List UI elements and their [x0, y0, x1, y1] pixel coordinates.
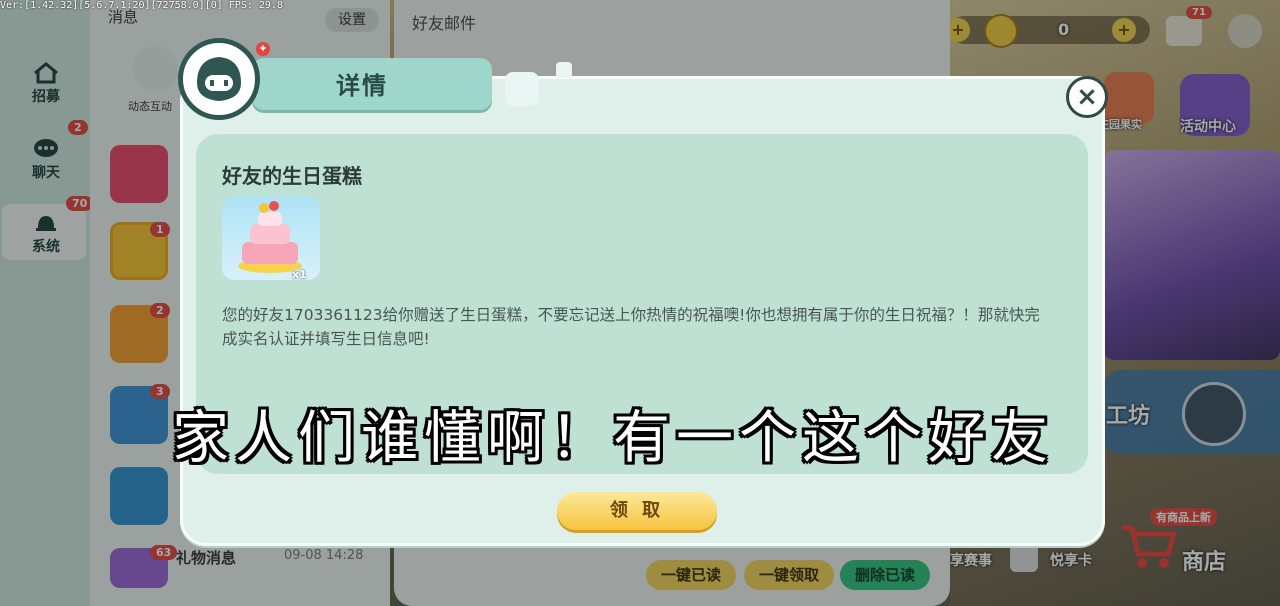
- avatar-face-icon: [197, 57, 241, 101]
- claim-button[interactable]: 领 取: [557, 492, 717, 530]
- close-button[interactable]: ×: [1066, 76, 1108, 118]
- tab-decoration-small: [556, 62, 572, 78]
- detail-tab-title: 详情: [336, 72, 388, 100]
- avatar: [178, 38, 260, 120]
- version-info: Ver:[1.42.32][5.6.7.1:20][72758.0][0] FP…: [0, 0, 283, 11]
- item-quantity: x1: [292, 268, 307, 281]
- sparkle-icon: ✦: [256, 42, 270, 56]
- gift-description: 您的好友1703361123给你赠送了生日蛋糕，不要忘记送上你热情的祝福噢!你也…: [222, 306, 1040, 348]
- tab-decoration: [505, 72, 539, 106]
- video-caption: 家人们谁懂啊！有一个这个好友: [172, 405, 1054, 471]
- gift-title: 好友的生日蛋糕: [222, 164, 362, 188]
